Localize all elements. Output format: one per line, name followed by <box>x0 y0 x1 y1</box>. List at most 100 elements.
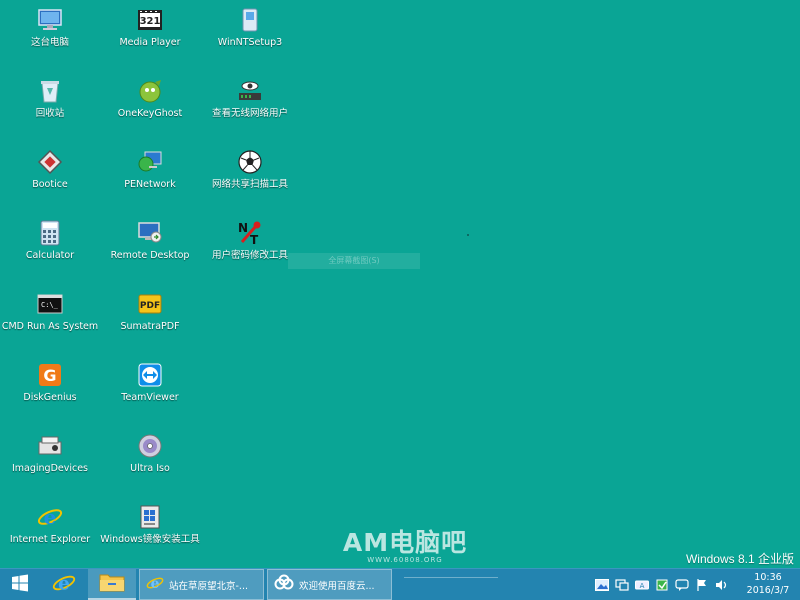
taskbar-task-baidu-cloud[interactable]: 欢迎使用百度云... <box>267 569 392 600</box>
winntsetup-icon <box>235 6 265 34</box>
icon-label: 用户密码修改工具 <box>211 250 288 261</box>
icon-label: Media Player <box>119 37 181 48</box>
baidu-cloud-icon <box>274 574 294 595</box>
svg-text:T: T <box>250 233 259 246</box>
desktop-icon-remote-desktop[interactable]: Remote Desktop <box>100 217 200 283</box>
taskbar-separator-line <box>404 577 498 578</box>
icon-label: PENetwork <box>124 179 176 190</box>
folder-icon <box>99 571 125 597</box>
desktop-icon-ultraiso[interactable]: Ultra Iso <box>100 430 200 496</box>
desktop-icon-wireless-viewer[interactable]: 查看无线网络用户 <box>200 75 300 141</box>
ie-icon: e <box>146 574 164 595</box>
clock-date: 2016/3/7 <box>746 585 790 596</box>
volume-icon[interactable] <box>714 577 730 593</box>
svg-text:A: A <box>640 582 645 590</box>
ghost-context-menu-item: 全屏幕截图(S) <box>288 253 420 269</box>
media-player-icon: 321 <box>135 6 165 34</box>
desktop-icon-recycle-bin[interactable]: 回收站 <box>0 75 100 141</box>
icon-label: DiskGenius <box>23 392 77 403</box>
svg-text:e: e <box>58 573 70 594</box>
pdf-icon: PDF <box>135 290 165 318</box>
svg-text:C:\_: C:\_ <box>41 301 59 309</box>
ie-icon: e <box>35 503 65 531</box>
desktop-icon-penetwork[interactable]: PENetwork <box>100 146 200 212</box>
icon-label: Bootice <box>32 179 68 190</box>
imaging-devices-icon <box>35 432 65 460</box>
wireless-viewer-icon <box>235 77 265 105</box>
desktop-icon-bootice[interactable]: Bootice <box>0 146 100 212</box>
desktop-icon-this-pc[interactable]: 这台电脑 <box>0 4 100 70</box>
desktop-icon-password-tool[interactable]: NT 用户密码修改工具 <box>200 217 300 283</box>
icon-label: 网络共享扫描工具 <box>211 179 288 190</box>
diskgenius-icon: G <box>35 361 65 389</box>
icon-label: 查看无线网络用户 <box>211 108 288 119</box>
icon-label: 这台电脑 <box>30 37 69 48</box>
desktop-icon-winntsetup3[interactable]: WinNTSetup3 <box>200 4 300 70</box>
svg-text:321: 321 <box>140 16 161 27</box>
icon-label: Ultra Iso <box>130 463 170 474</box>
desktop[interactable]: 这台电脑 回收站 Bootice Calculator C:\_ CMD Run… <box>0 0 800 568</box>
soccer-ball-icon <box>235 148 265 176</box>
desktop-icon-onekeyghost[interactable]: OneKeyGhost <box>100 75 200 141</box>
stray-pixel <box>467 234 469 236</box>
ghost-icon <box>135 77 165 105</box>
windows-logo-icon <box>11 574 29 596</box>
recycle-bin-icon <box>35 77 65 105</box>
svg-text:PDF: PDF <box>140 301 160 311</box>
taskbar-pin-file-explorer[interactable] <box>88 569 136 600</box>
chat-icon[interactable] <box>674 577 690 593</box>
desktop-icon-share-scanner[interactable]: 网络共享扫描工具 <box>200 146 300 212</box>
image-icon[interactable] <box>594 577 610 593</box>
desktop-icon-imaging-devices[interactable]: ImagingDevices <box>0 430 100 496</box>
icon-label: 回收站 <box>35 108 65 119</box>
usb-icon[interactable] <box>654 577 670 593</box>
taskbar-empty-area <box>392 569 588 600</box>
desktop-icon-sumatrapdf[interactable]: PDF SumatraPDF <box>100 288 200 354</box>
icon-label: ImagingDevices <box>11 463 89 474</box>
watermark-title: AM电脑吧 <box>342 528 468 557</box>
icon-label: CMD Run As System <box>1 321 99 332</box>
calculator-icon <box>35 219 65 247</box>
svg-text:e: e <box>44 505 57 529</box>
taskbar-pin-internet-explorer[interactable]: e <box>40 569 88 600</box>
network-tray-icon[interactable] <box>614 577 630 593</box>
system-clock[interactable]: 10:36 2016/3/7 <box>736 569 800 600</box>
disc-icon <box>135 432 165 460</box>
taskbar: e e 站在草原望北京-... 欢迎使用百度云... A 10:36 2016/… <box>0 568 800 600</box>
desktop-icon-cmd[interactable]: C:\_ CMD Run As System <box>0 288 100 354</box>
svg-text:e: e <box>151 576 160 592</box>
system-tray: A <box>588 569 736 600</box>
cmd-icon: C:\_ <box>35 290 65 318</box>
start-button[interactable] <box>0 569 40 600</box>
icon-label: Remote Desktop <box>110 250 190 261</box>
bootice-icon <box>35 148 65 176</box>
desktop-icon-diskgenius[interactable]: G DiskGenius <box>0 359 100 425</box>
taskbar-task-ie-window[interactable]: e 站在草原望北京-... <box>139 569 264 600</box>
computer-icon <box>35 6 65 34</box>
clock-time: 10:36 <box>754 572 782 583</box>
desktop-icon-internet-explorer[interactable]: e Internet Explorer <box>0 501 100 567</box>
task-label: 欢迎使用百度云... <box>299 580 375 592</box>
svg-text:G: G <box>43 366 56 385</box>
password-tool-icon: NT <box>235 219 265 247</box>
task-label: 站在草原望北京-... <box>169 580 248 592</box>
desktop-icon-windows-installer[interactable]: Windows镜像安装工具 <box>100 501 200 567</box>
desktop-icon-calculator[interactable]: Calculator <box>0 217 100 283</box>
remote-desktop-icon <box>135 219 165 247</box>
icon-label: WinNTSetup3 <box>217 37 283 48</box>
keyboard-icon[interactable]: A <box>634 577 650 593</box>
icon-label: TeamViewer <box>121 392 179 403</box>
icon-label: Internet Explorer <box>9 534 91 545</box>
desktop-icon-teamviewer[interactable]: TeamViewer <box>100 359 200 425</box>
teamviewer-icon <box>135 361 165 389</box>
icon-label: Windows镜像安装工具 <box>100 534 200 545</box>
svg-text:N: N <box>238 221 248 235</box>
windows-installer-icon <box>135 503 165 531</box>
flag-icon[interactable] <box>694 577 710 593</box>
watermark: AM电脑吧 WWW.60808.ORG <box>330 528 480 564</box>
ie-icon: e <box>52 571 76 599</box>
desktop-icon-media-player[interactable]: 321 Media Player <box>100 4 200 70</box>
icon-label: OneKeyGhost <box>117 108 183 119</box>
windows-edition-label: Windows 8.1 企业版 <box>685 552 794 566</box>
icon-label: SumatraPDF <box>120 321 180 332</box>
